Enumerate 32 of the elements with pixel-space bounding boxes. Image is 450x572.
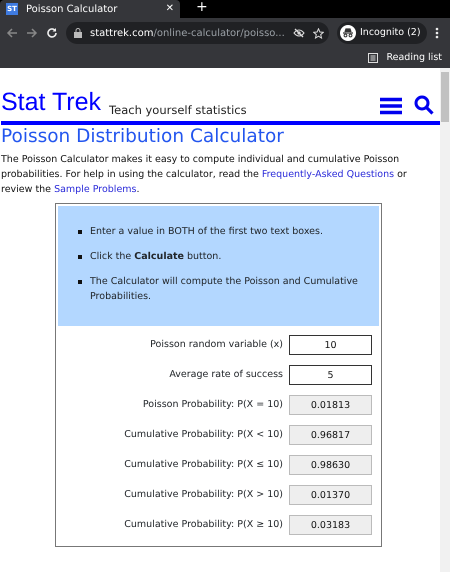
reading-list-label: Reading list <box>386 50 442 65</box>
url-text: stattrek.com/online-calculator/poisso... <box>90 26 285 40</box>
field-label: Average rate of success <box>169 368 283 382</box>
incognito-button[interactable]: Incognito (2) <box>337 22 427 44</box>
profile-label: Incognito (2) <box>360 26 421 40</box>
field-label: Poisson random variable (x) <box>150 338 283 352</box>
page-title: Poisson Distribution Calculator <box>1 126 285 148</box>
result-field[interactable]: 0.01813 <box>289 395 372 416</box>
result-field[interactable]: 0.03183 <box>289 515 372 536</box>
field-label: Cumulative Probability: P(X > 10) <box>124 488 283 502</box>
field-label: Cumulative Probability: P(X ≤ 10) <box>124 458 283 472</box>
new-tab-button[interactable]: + <box>196 0 208 14</box>
intro-paragraph: The Poisson Calculator makes it easy to compute individual and cumulative Poisson probabilities. For help in using the calculator, read the Frequently-Asked Questions or review the Sample Problems. <box>1 153 408 198</box>
tagline: Teach yourself statistics <box>109 102 248 119</box>
instruction-text: Enter a value in BOTH of the first two text boxes. <box>90 225 323 240</box>
result-field[interactable]: 0.98630 <box>289 455 372 476</box>
help-link[interactable]: Frequently-Asked Questions <box>262 169 394 180</box>
site-logo[interactable]: Stat Trek <box>1 90 102 115</box>
input-field[interactable]: 10 <box>289 335 372 356</box>
result-field[interactable]: 0.96817 <box>289 425 372 446</box>
close-tab-button[interactable]: ✕ <box>166 4 174 14</box>
field-label: Cumulative Probability: P(X < 10) <box>124 428 283 442</box>
instruction-text: Click the Calculate button. <box>90 250 222 264</box>
instruction-text: The Calculator will compute the Poisson and Cumulative Probabilities. <box>90 275 359 304</box>
input-field[interactable]: 5 <box>289 365 372 386</box>
result-field[interactable]: 0.01370 <box>289 485 372 506</box>
reading-list-button[interactable]: Reading list <box>368 50 442 66</box>
tab-title: Poisson Calculator <box>26 2 118 16</box>
help-link[interactable]: Sample Problems <box>54 184 136 196</box>
field-label: Cumulative Probability: P(X ≥ 10) <box>124 518 283 532</box>
address-bar[interactable]: stattrek.com/online-calculator/poisso... <box>66 22 329 44</box>
field-label: Poisson Probability: P(X = 10) <box>142 398 283 412</box>
